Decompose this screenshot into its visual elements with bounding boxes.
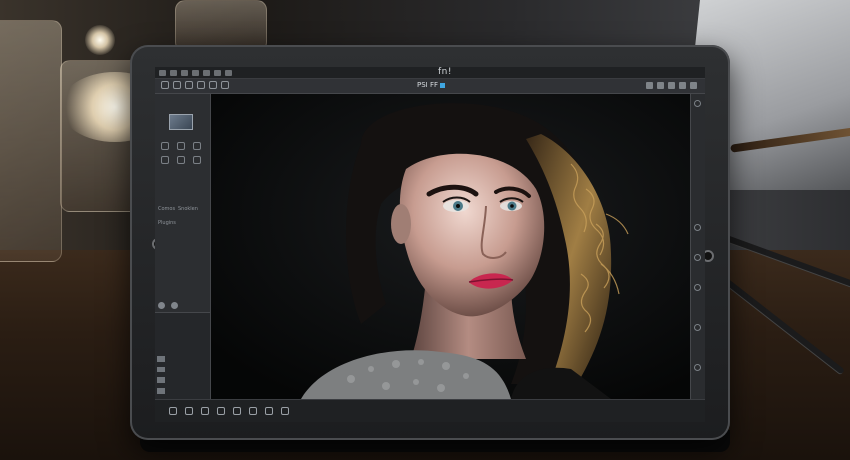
tool-icon[interactable] <box>694 100 701 107</box>
settings-icon[interactable] <box>679 82 686 89</box>
menu-icon[interactable] <box>159 69 166 76</box>
menu-icon[interactable] <box>192 69 199 76</box>
document-tab-label: PSI FF <box>417 81 439 89</box>
candle-jar <box>0 20 62 262</box>
shape-icon[interactable] <box>265 407 273 415</box>
move-icon[interactable] <box>161 81 169 89</box>
crop-icon[interactable] <box>185 81 193 89</box>
panel-label[interactable]: Snoklen <box>178 206 198 212</box>
right-toolbar <box>690 94 705 399</box>
toolbar-right-icons <box>646 82 697 89</box>
select-icon[interactable] <box>173 81 181 89</box>
eraser-icon[interactable] <box>209 81 217 89</box>
tool-icon[interactable] <box>157 388 165 394</box>
maximize-icon[interactable] <box>657 82 664 89</box>
refresh-icon[interactable] <box>171 302 178 309</box>
status-bar-icons <box>169 407 289 415</box>
tablet-screen: fn! PSI FF Comos Snoklen Plugins <box>155 67 705 422</box>
panel-label[interactable]: Comos <box>158 206 175 212</box>
heal-icon[interactable] <box>161 156 169 164</box>
panel-label[interactable]: Plugins <box>158 220 176 226</box>
tool-icon[interactable] <box>157 366 165 373</box>
tool-icon[interactable] <box>157 356 165 362</box>
brush-icon[interactable] <box>197 81 205 89</box>
lasso-icon[interactable] <box>161 142 169 150</box>
square-icon[interactable] <box>281 407 289 415</box>
menu-icon[interactable] <box>170 69 177 76</box>
app-title: fn! <box>438 67 452 77</box>
tool-icon[interactable] <box>694 324 701 331</box>
close-icon[interactable] <box>668 82 675 89</box>
flag-icon[interactable] <box>249 407 257 415</box>
tool-grid <box>161 142 203 164</box>
menu-icon[interactable] <box>203 69 210 76</box>
active-dot-icon <box>440 82 446 88</box>
portrait-image <box>211 94 691 399</box>
menu-icon[interactable] <box>181 69 188 76</box>
triangle-icon[interactable] <box>201 407 209 415</box>
status-bar <box>155 399 705 422</box>
left-tool-panel: Comos Snoklen Plugins <box>155 94 211 422</box>
menu-icon[interactable] <box>214 69 221 76</box>
tool-icon[interactable] <box>694 254 701 261</box>
tool-icon[interactable] <box>694 364 701 371</box>
play-icon[interactable] <box>185 407 193 415</box>
blur-icon[interactable] <box>177 156 185 164</box>
tool-icon[interactable] <box>157 377 165 384</box>
document-tab[interactable]: PSI FF <box>417 81 446 89</box>
toolbar-left-icons <box>161 81 229 89</box>
dodge-icon[interactable] <box>193 156 201 164</box>
menu-icon[interactable] <box>225 69 232 76</box>
text-icon[interactable] <box>221 81 229 89</box>
tablet-device: fn! PSI FF Comos Snoklen Plugins <box>130 45 730 440</box>
menu-bar <box>155 67 705 79</box>
wand-icon[interactable] <box>177 142 185 150</box>
tool-icon[interactable] <box>694 224 701 231</box>
record-icon[interactable] <box>169 407 177 415</box>
brush-icon[interactable] <box>217 407 225 415</box>
panel-sub-icons <box>158 302 178 309</box>
lock-icon[interactable] <box>158 302 165 309</box>
layers-icon[interactable] <box>690 82 697 89</box>
tool-icon[interactable] <box>694 284 701 291</box>
image-canvas[interactable] <box>211 94 691 399</box>
clone-icon[interactable] <box>193 142 201 150</box>
edit-icon[interactable] <box>233 407 241 415</box>
layer-thumbnail[interactable] <box>169 114 193 130</box>
candle-glow <box>85 25 115 55</box>
minimize-icon[interactable] <box>646 82 653 89</box>
